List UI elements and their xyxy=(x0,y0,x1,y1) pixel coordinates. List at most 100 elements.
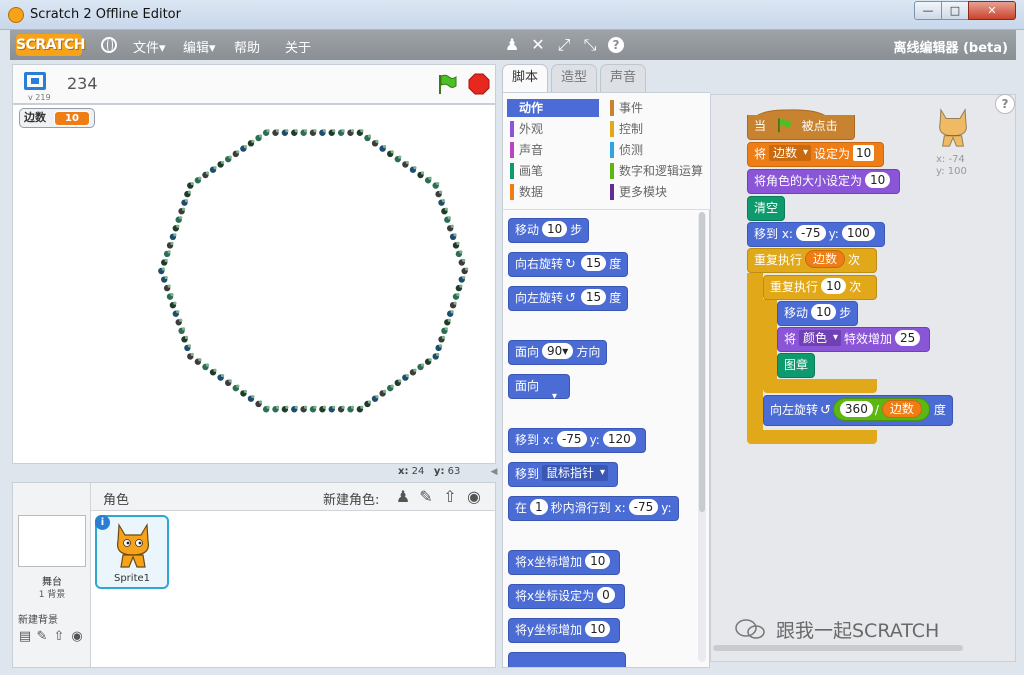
set-variable-block[interactable]: 将边数设定为10 xyxy=(747,142,885,167)
language-globe-icon[interactable] xyxy=(101,37,117,53)
paint-backdrop-icon[interactable]: ✎ xyxy=(34,629,50,645)
stage-thumbnail[interactable] xyxy=(18,515,86,567)
presentation-mode-icon[interactable] xyxy=(24,72,46,90)
minimize-button[interactable]: — xyxy=(914,1,942,20)
block-number-input[interactable]: 10 xyxy=(585,621,611,637)
tab-sounds[interactable]: 声音 xyxy=(600,64,646,92)
change-effect-block[interactable]: 将颜色特效增加25 xyxy=(777,327,931,352)
block-help-icon[interactable]: ? xyxy=(608,37,624,53)
variable-reporter[interactable]: 边数 xyxy=(805,250,846,268)
collapse-stage-arrow-icon[interactable]: ◀ xyxy=(489,465,499,479)
block-number-input[interactable]: 25 xyxy=(895,330,921,346)
divide-operator-block[interactable]: 360/边数 xyxy=(832,398,930,421)
sprite-info-icon[interactable]: i xyxy=(95,515,110,530)
menu-about[interactable]: 关于 xyxy=(285,37,311,56)
duplicate-stamp-icon[interactable]: ♟ xyxy=(502,35,522,55)
category-pen[interactable]: 画笔 xyxy=(507,162,599,180)
stamped-cat-mark xyxy=(424,176,432,184)
effect-dropdown[interactable]: 颜色 xyxy=(799,330,842,346)
category-looks[interactable]: 外观 xyxy=(507,120,599,138)
block-number-input[interactable]: 10 xyxy=(821,278,847,294)
block-number-input[interactable]: 360 xyxy=(839,401,873,417)
block-number-input[interactable]: 100 xyxy=(841,225,875,241)
repeat-c-arm xyxy=(747,273,763,435)
variable-reporter[interactable]: 边数 xyxy=(881,400,922,418)
sprite-library-icon[interactable]: ♟ xyxy=(393,487,413,507)
variable-monitor[interactable]: 边数 10 xyxy=(19,108,95,128)
palette-turn-left-block[interactable]: 向左旋转 ↺ 15 度 xyxy=(508,286,629,311)
shrink-icon[interactable]: ⤡ xyxy=(580,35,600,55)
sprite-tile[interactable]: i Sprite1 xyxy=(95,515,169,589)
turn-left-block[interactable]: 向左旋转 ↺ 360/边数度 xyxy=(763,395,953,426)
category-events[interactable]: 事件 xyxy=(607,99,707,117)
category-more-blocks[interactable]: 更多模块 xyxy=(607,183,707,201)
move-steps-block[interactable]: 移动 10 步 xyxy=(777,301,859,326)
category-control[interactable]: 控制 xyxy=(607,120,707,138)
block-number-input[interactable]: -75 xyxy=(556,431,587,447)
menu-file[interactable]: 文件▾ xyxy=(133,37,166,56)
palette-change-x-block[interactable]: 将x坐标增加 10 xyxy=(508,550,621,575)
tips-help-icon[interactable]: ? xyxy=(995,94,1015,114)
upload-backdrop-icon[interactable]: ⇧ xyxy=(51,629,67,645)
stop-sign-icon[interactable] xyxy=(468,73,490,95)
block-number-input[interactable]: 10 xyxy=(811,304,837,320)
upload-sprite-icon[interactable]: ⇧ xyxy=(440,487,460,507)
paint-sprite-icon[interactable]: ✎ xyxy=(416,487,436,507)
category-motion[interactable]: 动作 xyxy=(507,99,599,117)
camera-sprite-icon[interactable]: ◉ xyxy=(464,487,484,507)
palette-set-x-block[interactable]: 将x坐标设定为 0 xyxy=(508,584,625,609)
block-number-input[interactable]: 10 xyxy=(853,145,875,161)
variable-dropdown[interactable]: 边数 xyxy=(769,145,812,161)
repeat-block[interactable]: 重复执行 边数次 xyxy=(747,248,877,273)
tab-costumes[interactable]: 造型 xyxy=(551,64,597,92)
block-number-input[interactable]: 120 xyxy=(602,431,636,447)
block-number-input[interactable]: -75 xyxy=(795,225,826,241)
menu-edit[interactable]: 编辑▾ xyxy=(183,37,216,56)
project-title[interactable]: 234 xyxy=(67,74,98,93)
camera-backdrop-icon[interactable]: ◉ xyxy=(69,629,85,645)
script-area[interactable]: 当 被点击 将边数设定为10 将角色的大小设定为10 清空 移到 x:-75y:… xyxy=(710,94,1016,662)
category-data[interactable]: 数据 xyxy=(507,183,599,201)
stamp-block[interactable]: 图章 xyxy=(777,353,816,378)
set-size-block[interactable]: 将角色的大小设定为 10 xyxy=(747,169,901,194)
stamped-cat-mark xyxy=(319,405,326,413)
palette-goto-block[interactable]: 移到 鼠标指针 xyxy=(508,462,619,487)
scratch-logo[interactable]: SCRATCH xyxy=(16,34,85,56)
delete-scissors-icon[interactable]: ✕ xyxy=(528,35,548,55)
backdrop-library-icon[interactable]: ▤ xyxy=(17,629,33,645)
when-flag-clicked-block[interactable]: 当 被点击 xyxy=(747,115,855,140)
green-flag-icon[interactable] xyxy=(436,73,458,95)
clear-block[interactable]: 清空 xyxy=(747,196,786,221)
block-number-input[interactable]: 1 xyxy=(530,499,548,515)
category-sound[interactable]: 声音 xyxy=(507,141,599,159)
stage-canvas[interactable]: 边数 10 xyxy=(12,104,496,464)
tab-scripts[interactable]: 脚本 xyxy=(502,64,548,93)
block-number-input[interactable]: 0 xyxy=(597,587,615,603)
block-number-input[interactable]: -75 xyxy=(628,499,659,515)
block-number-input[interactable]: 10 xyxy=(542,221,568,237)
palette-glide-block[interactable]: 在 1 秒内滑行到 x: -75 y: xyxy=(508,496,679,521)
palette-point-direction-block[interactable]: 面向 90▾ 方向 xyxy=(508,340,608,365)
menu-help[interactable]: 帮助 xyxy=(234,37,260,56)
block-number-input[interactable]: 10 xyxy=(865,172,891,188)
block-number-input[interactable]: 15 xyxy=(580,255,607,271)
grow-icon[interactable]: ⤢ xyxy=(554,35,574,55)
palette-change-y-block[interactable]: 将y坐标增加 10 xyxy=(508,618,621,643)
category-operators[interactable]: 数字和逻辑运算 xyxy=(607,162,711,180)
palette-point-towards-block[interactable]: 面向 xyxy=(508,374,571,405)
palette-turn-right-block[interactable]: 向右旋转 ↻ 15 度 xyxy=(508,252,629,277)
palette-goto-xy-block[interactable]: 移到 x: -75 y: 120 xyxy=(508,428,646,453)
palette-partial-block[interactable] xyxy=(508,652,626,667)
category-sensing[interactable]: 侦测 xyxy=(607,141,707,159)
script-area-scrollbar[interactable] xyxy=(713,645,963,651)
maximize-button[interactable]: □ xyxy=(941,1,969,20)
inner-repeat-block[interactable]: 重复执行 10 次 xyxy=(763,275,877,300)
block-number-input[interactable]: 10 xyxy=(585,553,611,569)
goto-xy-block[interactable]: 移到 x: -75 y: 100 xyxy=(747,222,885,247)
block-number-input[interactable]: 15 xyxy=(580,289,607,305)
block-dropdown[interactable]: 鼠标指针 xyxy=(542,465,609,481)
block-direction-input[interactable]: 90▾ xyxy=(542,343,574,359)
close-button[interactable]: ✕ xyxy=(968,1,1016,20)
palette-scrollbar[interactable] xyxy=(698,212,706,662)
palette-move-block[interactable]: 移动 10 步 xyxy=(508,218,590,243)
